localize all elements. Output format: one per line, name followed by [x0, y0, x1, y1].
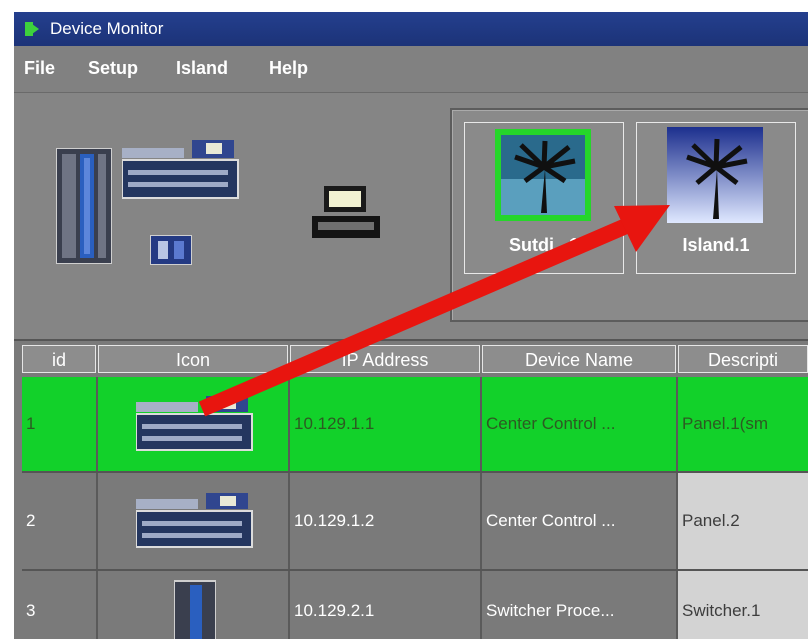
annotation-arrow [198, 205, 670, 417]
device-monitor-window: Device Monitor File Setup Island Help Su… [14, 12, 808, 639]
